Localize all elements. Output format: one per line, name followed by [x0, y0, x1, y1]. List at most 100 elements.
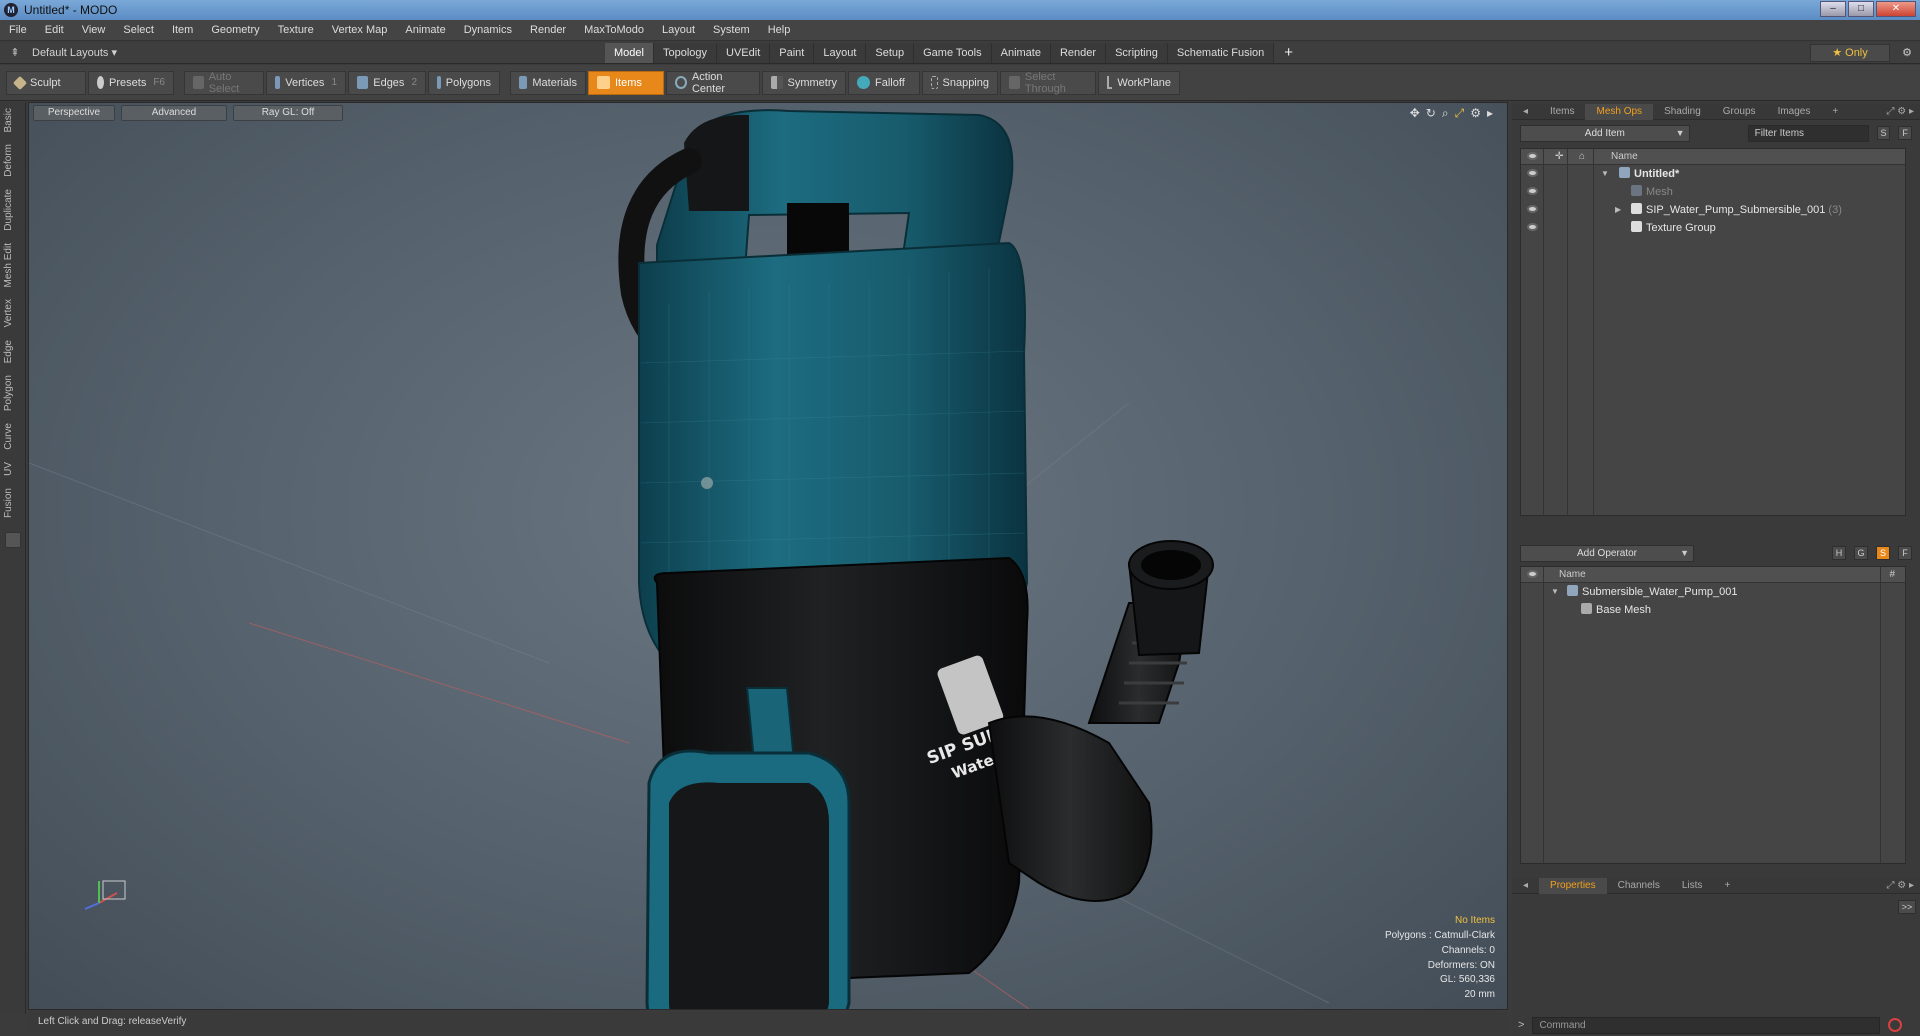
falloff-button[interactable]: Falloff [848, 70, 920, 95]
add-item-dropdown[interactable]: Add Item ▼ [1520, 124, 1690, 142]
materials-button[interactable]: Materials [510, 70, 586, 95]
menu-render[interactable]: Render [521, 20, 575, 41]
tab-model[interactable]: Model [605, 42, 654, 63]
raygl-dropdown[interactable]: Ray GL: Off [233, 105, 343, 121]
tab-topology[interactable]: Topology [653, 42, 718, 63]
tab-groups[interactable]: Groups [1712, 104, 1767, 120]
tab-basic[interactable]: Basic [3, 102, 23, 138]
filter-items-input[interactable]: Filter Items [1747, 124, 1869, 142]
tab-uv[interactable]: UV [3, 456, 23, 482]
rotate-view-icon[interactable]: ↻ [1426, 106, 1436, 121]
add-tab-icon[interactable]: + [1713, 878, 1741, 894]
tab-curve[interactable]: Curve [3, 417, 23, 456]
tree-row-mesh[interactable]: Mesh [1521, 183, 1905, 201]
minimize-button[interactable]: – [1820, 1, 1846, 17]
tab-animate[interactable]: Animate [991, 42, 1051, 63]
menu-system[interactable]: System [704, 20, 759, 41]
panel-collapse-icon[interactable]: ◂ [1512, 878, 1539, 894]
eye-icon[interactable] [1527, 169, 1538, 177]
tab-lists[interactable]: Lists [1671, 878, 1714, 894]
tree-row-scene[interactable]: ▼ Untitled* [1521, 165, 1905, 183]
only-toggle-button[interactable]: ★ Only [1810, 43, 1890, 62]
name-column-header[interactable]: Name [1559, 567, 1586, 583]
name-column-header[interactable]: Name [1611, 149, 1638, 165]
add-operator-dropdown[interactable]: Add Operator ▼ [1520, 544, 1694, 562]
gear-icon[interactable]: ⚙ [1902, 46, 1912, 59]
tab-duplicate[interactable]: Duplicate [3, 183, 23, 237]
fit-view-icon[interactable]: ⤢ [1455, 106, 1465, 121]
tree-row-pump-mesh[interactable]: ▶ SIP_Water_Pump_Submersible_001 (3) [1521, 201, 1905, 219]
symmetry-button[interactable]: Symmetry [762, 70, 846, 95]
menu-help[interactable]: Help [759, 20, 800, 41]
vertices-button[interactable]: Vertices 1 [266, 70, 346, 95]
snapping-button[interactable]: Snapping [922, 70, 998, 95]
add-layout-tab-icon[interactable]: + [1284, 44, 1293, 61]
record-macro-icon[interactable] [1888, 1018, 1903, 1032]
properties-expand-button[interactable]: >> [1898, 900, 1916, 914]
menu-view[interactable]: View [73, 20, 115, 41]
tab-scripting[interactable]: Scripting [1106, 42, 1168, 63]
h-toggle-button[interactable]: H [1832, 546, 1846, 560]
menu-texture[interactable]: Texture [269, 20, 323, 41]
edges-button[interactable]: Edges 2 [348, 70, 426, 95]
tab-images[interactable]: Images [1767, 104, 1822, 120]
tab-properties[interactable]: Properties [1539, 877, 1607, 894]
layout-collapse-icon[interactable]: ⇞ [8, 46, 22, 59]
menu-vertex-map[interactable]: Vertex Map [323, 20, 397, 41]
menu-maxtomodo[interactable]: MaxToModo [575, 20, 653, 41]
tab-uvedit[interactable]: UVEdit [717, 42, 771, 63]
tab-mesh-edit[interactable]: Mesh Edit [3, 237, 23, 293]
tab-game-tools[interactable]: Game Tools [914, 42, 992, 63]
tab-edge[interactable]: Edge [3, 334, 23, 369]
menu-item[interactable]: Item [163, 20, 202, 41]
menu-dynamics[interactable]: Dynamics [455, 20, 521, 41]
expand-arrow-icon[interactable]: ▼ [1551, 583, 1559, 601]
zoom-view-icon[interactable]: ⌕ [1442, 106, 1449, 121]
view-type-dropdown[interactable]: Perspective [33, 105, 115, 121]
tab-deform[interactable]: Deform [3, 138, 23, 183]
g-toggle-button[interactable]: G [1854, 546, 1868, 560]
tab-paint[interactable]: Paint [770, 42, 815, 63]
f-toggle-button[interactable]: F [1898, 546, 1912, 560]
shading-dropdown[interactable]: Advanced [121, 105, 227, 121]
tab-schematic-fusion[interactable]: Schematic Fusion [1167, 42, 1275, 63]
maximize-button[interactable]: □ [1848, 1, 1874, 17]
s-toggle-button[interactable]: S [1876, 126, 1891, 140]
expand-arrow-icon[interactable]: ▶ [1615, 201, 1621, 219]
polygons-button[interactable]: Polygons [428, 70, 500, 95]
action-center-button[interactable]: Action Center [666, 70, 760, 95]
move-view-icon[interactable]: ✥ [1410, 106, 1420, 121]
s-highlight-button[interactable]: S [1876, 546, 1890, 560]
menu-geometry[interactable]: Geometry [202, 20, 268, 41]
viewport-expand-icon[interactable]: ▸ [1487, 106, 1493, 121]
expand-arrow-icon[interactable]: ▼ [1601, 165, 1609, 183]
tab-polygon[interactable]: Polygon [3, 369, 23, 417]
eye-icon[interactable] [1527, 187, 1538, 195]
toolbox-toggle-button[interactable] [5, 531, 21, 548]
viewport-gear-icon[interactable]: ⚙ [1470, 106, 1481, 121]
eye-icon[interactable] [1527, 205, 1538, 213]
command-expand-icon[interactable]: > [1518, 1019, 1524, 1031]
select-through-button[interactable]: Select Through [1000, 70, 1096, 95]
panel-options-icon[interactable]: ⤢ ⚙ ▸ [1886, 106, 1914, 117]
auto-select-button[interactable]: Auto Select [184, 70, 264, 95]
panel-collapse-icon[interactable]: ◂ [1512, 104, 1539, 120]
command-input[interactable]: Command [1532, 1016, 1881, 1034]
items-button[interactable]: Items [588, 70, 664, 95]
menu-file[interactable]: File [0, 20, 36, 41]
tab-setup[interactable]: Setup [866, 42, 915, 63]
menu-animate[interactable]: Animate [396, 20, 454, 41]
tab-render[interactable]: Render [1050, 42, 1107, 63]
tab-shading[interactable]: Shading [1653, 104, 1712, 120]
layout-dropdown[interactable]: Default Layouts ▾ [32, 46, 117, 59]
panel-options-icon[interactable]: ⤢ ⚙ ▸ [1886, 880, 1914, 891]
tab-mesh-ops[interactable]: Mesh Ops [1585, 103, 1654, 120]
meshop-row-base-mesh[interactable]: Base Mesh [1521, 601, 1905, 619]
close-button[interactable]: ✕ [1876, 1, 1916, 17]
menu-edit[interactable]: Edit [36, 20, 73, 41]
presets-button[interactable]: Presets F6 [88, 70, 174, 95]
tab-fusion[interactable]: Fusion [3, 482, 23, 524]
f-toggle-button[interactable]: F [1898, 126, 1912, 140]
tree-row-texture-group[interactable]: Texture Group [1521, 219, 1905, 237]
menu-layout[interactable]: Layout [653, 20, 704, 41]
